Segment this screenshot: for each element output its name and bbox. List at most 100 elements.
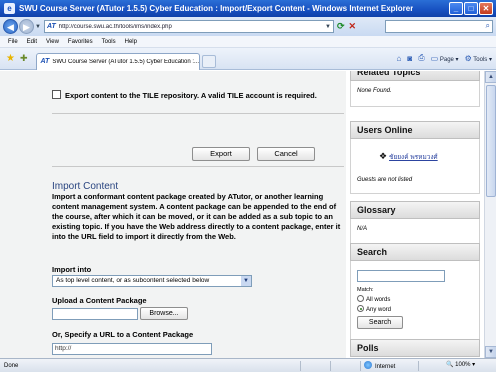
upload-file-input[interactable] (52, 308, 138, 320)
user-icon: ❖ (379, 151, 388, 161)
all-words-option[interactable]: All words (357, 295, 390, 303)
menu-edit[interactable]: Edit (27, 39, 37, 45)
zoom-control[interactable]: 🔍 100% ▾ (446, 361, 475, 368)
scroll-thumb[interactable] (486, 85, 496, 197)
globe-icon (364, 361, 372, 369)
stop-icon[interactable]: ✕ (349, 21, 357, 32)
polls-title: Polls (350, 339, 480, 357)
tab-current[interactable]: AT SWU Course Server (ATutor 1.5.5) Cybe… (35, 52, 200, 70)
sidebar-search-input[interactable] (357, 270, 445, 282)
glossary-text: N/A (357, 226, 368, 232)
url-label: Or, Specify a URL to a Content Package (52, 330, 194, 339)
search-box: Search Match: All words Any word Search (350, 243, 480, 341)
zoom-icon: 🔍 (446, 362, 454, 368)
ie-icon: e (4, 3, 15, 14)
vertical-scrollbar[interactable]: ▲ ▼ (484, 71, 496, 358)
related-topics-box: Related Topics None Found. (350, 71, 480, 107)
address-url[interactable]: http://course.swu.ac.th/tools/ims/index.… (59, 24, 323, 30)
address-dropdown-icon[interactable]: ▼ (323, 24, 333, 30)
menu-file[interactable]: File (8, 39, 18, 45)
menu-bar: File Edit View Favorites Tools Help (0, 36, 496, 48)
divider (52, 113, 344, 114)
guests-note: Guests are not listed (357, 177, 413, 183)
window-title-bar: e SWU Course Server (ATutor 1.5.5) Cyber… (0, 0, 496, 17)
address-field[interactable]: AT http://course.swu.ac.th/tools/ims/ind… (43, 20, 334, 33)
live-search-input[interactable]: ⌕ (385, 20, 493, 33)
tools-menu[interactable]: ⚙ Tools ▾ (465, 54, 492, 63)
online-user-link[interactable]: ชัยยงค์ พรหมวงศ์ (389, 154, 438, 161)
package-url-input[interactable]: http:// (52, 343, 212, 355)
divider (360, 361, 361, 371)
tile-export-label: Export content to the TILE repository. A… (65, 91, 317, 100)
all-words-radio[interactable] (357, 295, 364, 302)
scroll-up-icon[interactable]: ▲ (485, 71, 496, 83)
polls-box: Polls (350, 339, 480, 357)
tile-export-checkbox[interactable] (52, 90, 61, 99)
match-label: Match: (357, 287, 374, 293)
upload-label: Upload a Content Package (52, 296, 147, 305)
divider (418, 361, 419, 371)
history-dropdown-icon[interactable]: ▼ (35, 24, 41, 30)
site-favicon-icon: AT (46, 23, 56, 30)
browse-button[interactable]: Browse... (140, 307, 188, 320)
zoom-level: 100% (455, 362, 471, 368)
related-topics-title: Related Topics (350, 71, 480, 81)
tab-favicon-icon: AT (40, 58, 50, 65)
security-zone[interactable]: Internet (364, 361, 395, 370)
cancel-button[interactable]: Cancel (257, 147, 315, 161)
new-tab-button[interactable] (201, 54, 216, 68)
divider (300, 361, 301, 371)
status-text: Done (4, 362, 19, 369)
any-word-radio[interactable] (357, 305, 364, 312)
all-words-label: All words (366, 297, 391, 303)
feeds-icon[interactable]: ◙ (407, 54, 412, 63)
add-favorites-icon[interactable]: ✚ (20, 53, 28, 64)
page-content: Export content to the TILE repository. A… (0, 71, 484, 358)
zone-label: Internet (375, 364, 396, 370)
search-icon[interactable]: ⌕ (486, 21, 490, 31)
menu-favorites[interactable]: Favorites (68, 39, 93, 45)
chevron-down-icon[interactable]: ▼ (241, 276, 251, 286)
forward-button[interactable]: ▶ (19, 19, 34, 34)
sidebar-search-button[interactable]: Search (357, 316, 403, 329)
page-icon: ▭ (430, 53, 439, 63)
print-icon[interactable]: ⎙ (418, 53, 424, 63)
back-button[interactable]: ◀ (3, 19, 18, 34)
divider (52, 166, 344, 167)
menu-tools[interactable]: Tools (102, 39, 116, 45)
users-online-box: Users Online ❖ ชัยยงค์ พรหมวงศ์ Guests a… (350, 121, 480, 194)
tab-label: SWU Course Server (ATutor 1.5.5) Cyber E… (52, 58, 199, 65)
import-into-select[interactable]: As top level content, or as subcontent s… (52, 275, 252, 287)
refresh-icon[interactable]: ⟳ (337, 21, 345, 32)
address-toolbar: ◀ ▶ ▼ AT http://course.swu.ac.th/tools/i… (0, 17, 496, 36)
home-icon[interactable]: ⌂ (397, 54, 402, 63)
gear-icon: ⚙ (464, 53, 472, 63)
import-title: Import Content (52, 181, 119, 192)
tab-bar: ★ ✚ AT SWU Course Server (ATutor 1.5.5) … (0, 48, 496, 70)
window-controls: _ □ ✕ (449, 2, 493, 15)
divider (330, 361, 331, 371)
close-button[interactable]: ✕ (479, 2, 493, 15)
scroll-down-icon[interactable]: ▼ (485, 346, 496, 358)
tile-export-option: Export content to the TILE repository. A… (52, 90, 344, 101)
any-word-option[interactable]: Any word (357, 305, 391, 313)
maximize-button[interactable]: □ (464, 2, 478, 15)
export-button[interactable]: Export (192, 147, 250, 161)
import-into-value: As top level content, or as subcontent s… (56, 277, 210, 284)
any-word-label: Any word (366, 307, 392, 313)
minimize-button[interactable]: _ (449, 2, 463, 15)
status-bar: Done Internet 🔍 100% ▾ (0, 358, 496, 372)
command-bar: ⌂ ◙ ⎙ ▭ Page ▾ ⚙ Tools ▾ (397, 53, 492, 63)
related-topics-text: None Found. (357, 88, 392, 94)
page-menu-label: Page (439, 56, 454, 63)
import-into-label: Import into (52, 265, 92, 274)
menu-view[interactable]: View (46, 39, 59, 45)
tools-menu-label: Tools (473, 56, 488, 63)
search-title: Search (350, 243, 480, 261)
import-description: Import a conformant content package crea… (52, 192, 341, 241)
window-title: SWU Course Server (ATutor 1.5.5) Cyber E… (19, 4, 414, 13)
page-menu[interactable]: ▭ Page ▾ (431, 54, 459, 63)
menu-help[interactable]: Help (125, 39, 137, 45)
favorites-star-icon[interactable]: ★ (6, 53, 15, 64)
main-panel: Export content to the TILE repository. A… (0, 71, 346, 358)
